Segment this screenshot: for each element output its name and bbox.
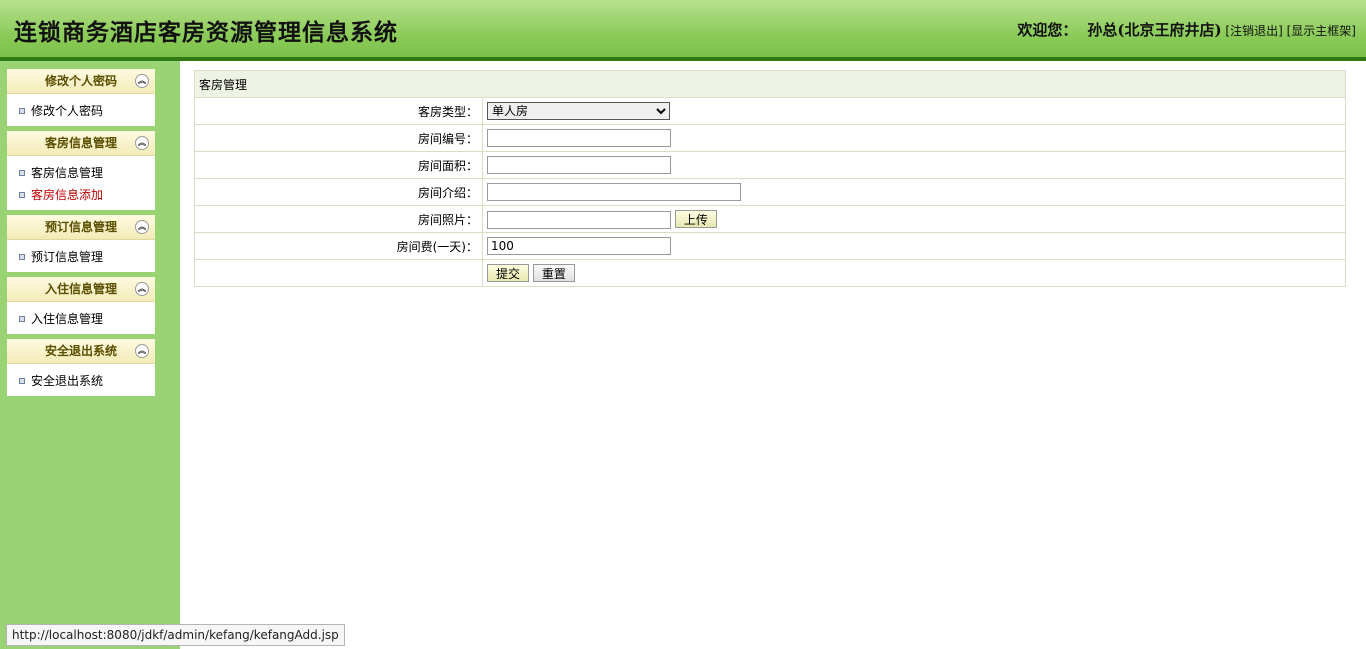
sidebar-item-label: 客房信息管理	[31, 166, 104, 180]
sidebar-item-label: 入住信息管理	[31, 312, 104, 326]
fee-label: 房间费(一天)：	[194, 232, 483, 260]
upload-button[interactable]: 上传	[674, 209, 717, 228]
panel-title: 入住信息管理	[44, 282, 117, 296]
form-row-area: 房间面积：	[194, 151, 1346, 179]
bullet-icon	[19, 107, 25, 114]
collapse-icon[interactable]: ︽	[135, 220, 149, 234]
sidebar-item-safe-exit[interactable]: 安全退出系统	[7, 370, 155, 392]
form-row-room-type: 客房类型： 单人房	[194, 97, 1346, 125]
welcome-label: 欢迎您：	[1017, 21, 1078, 39]
bullet-icon	[19, 377, 25, 384]
reset-button[interactable]: 重置	[532, 264, 575, 282]
panel-header[interactable]: 客房信息管理 ︽	[7, 131, 155, 156]
panel-logout: 安全退出系统 ︽ 安全退出系统	[7, 339, 155, 396]
bullet-icon	[19, 253, 25, 260]
user-area: 欢迎您： 孙总(北京王府井店) [注销退出] [显示主框架]	[1017, 19, 1356, 40]
sidebar-item-booking-manage[interactable]: 预订信息管理	[7, 246, 155, 268]
collapse-icon[interactable]: ︽	[135, 344, 149, 358]
panel-change-password: 修改个人密码 ︽ 修改个人密码	[7, 69, 155, 126]
intro-label: 房间介绍：	[194, 178, 483, 206]
panel-header[interactable]: 修改个人密码 ︽	[7, 69, 155, 94]
logout-link[interactable]: [注销退出]	[1225, 24, 1282, 38]
collapse-icon[interactable]: ︽	[135, 282, 149, 296]
intro-input[interactable]	[487, 183, 741, 201]
room-type-select[interactable]: 单人房	[487, 102, 670, 120]
form-row-room-no: 房间编号：	[194, 124, 1346, 152]
panel-booking: 预订信息管理 ︽ 预订信息管理	[7, 215, 155, 272]
panel-header[interactable]: 入住信息管理 ︽	[7, 277, 155, 302]
panel-title: 安全退出系统	[44, 344, 117, 358]
panel-room-info: 客房信息管理 ︽ 客房信息管理 客房信息添加	[7, 131, 155, 210]
show-main-frame-link[interactable]: [显示主框架]	[1287, 24, 1356, 38]
sidebar-item-label: 预订信息管理	[31, 250, 104, 264]
form-row-intro: 房间介绍：	[194, 178, 1346, 206]
form-row-actions: 提交 重置	[194, 259, 1346, 287]
bullet-icon	[19, 191, 25, 198]
panel-checkin: 入住信息管理 ︽ 入住信息管理	[7, 277, 155, 334]
panel-title: 客房信息管理	[44, 136, 117, 150]
sidebar-item-checkin-manage[interactable]: 入住信息管理	[7, 308, 155, 330]
area-input[interactable]	[487, 156, 671, 174]
room-no-input[interactable]	[487, 129, 671, 147]
user-name: 孙总(北京王府井店)	[1087, 21, 1222, 39]
room-type-label: 客房类型：	[194, 97, 483, 125]
area-label: 房间面积：	[194, 151, 483, 179]
form-caption: 客房管理	[194, 70, 1346, 98]
collapse-icon[interactable]: ︽	[135, 136, 149, 150]
fee-input[interactable]	[487, 237, 671, 255]
sidebar-item-change-password[interactable]: 修改个人密码	[7, 100, 155, 122]
panel-title: 修改个人密码	[44, 74, 117, 88]
collapse-icon[interactable]: ︽	[135, 74, 149, 88]
photo-path-input[interactable]	[487, 210, 671, 229]
photo-label: 房间照片：	[194, 205, 483, 233]
sidebar-item-room-add[interactable]: 客房信息添加	[7, 184, 155, 206]
sidebar: 修改个人密码 ︽ 修改个人密码 客房信息管理 ︽ 客房信息管理 客房信息添加 预订信…	[0, 61, 180, 649]
bullet-icon	[19, 169, 25, 176]
bullet-icon	[19, 315, 25, 322]
browser-status-url: http://localhost:8080/jdkf/admin/kefang/…	[6, 624, 345, 646]
panel-header[interactable]: 安全退出系统 ︽	[7, 339, 155, 364]
sidebar-item-label: 修改个人密码	[31, 104, 104, 118]
form-row-fee: 房间费(一天)：	[194, 232, 1346, 260]
sidebar-item-label: 安全退出系统	[31, 374, 104, 388]
form-row-photo: 房间照片： 上传	[194, 205, 1346, 233]
room-no-label: 房间编号：	[194, 124, 483, 152]
room-add-form: 客房管理 客房类型： 单人房 房间编号： 房间面积： 房间介绍： 房间照片： 上…	[194, 70, 1346, 287]
panel-header[interactable]: 预订信息管理 ︽	[7, 215, 155, 240]
submit-button[interactable]: 提交	[487, 264, 530, 282]
sidebar-item-label: 客房信息添加	[31, 188, 104, 202]
panel-title: 预订信息管理	[44, 220, 117, 234]
system-title: 连锁商务酒店客房资源管理信息系统	[14, 19, 398, 46]
header-banner: 连锁商务酒店客房资源管理信息系统 欢迎您： 孙总(北京王府井店) [注销退出] […	[0, 0, 1366, 61]
sidebar-item-room-manage[interactable]: 客房信息管理	[7, 162, 155, 184]
